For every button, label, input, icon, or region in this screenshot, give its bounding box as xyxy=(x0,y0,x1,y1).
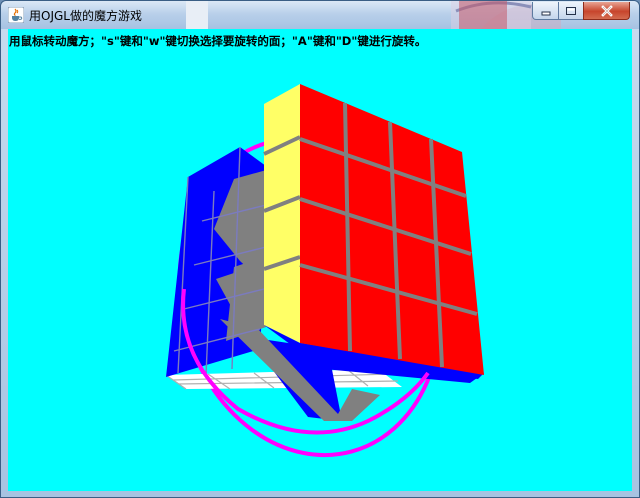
minimize-icon xyxy=(541,11,550,15)
minimize-button[interactable] xyxy=(532,2,559,20)
app-window: 用OJGL做的魔方游戏 用鼠标转动魔方；"s"键和"w"键切换选择要旋转的面；"… xyxy=(0,0,640,498)
window-title: 用OJGL做的魔方游戏 xyxy=(29,9,142,23)
close-icon xyxy=(600,4,613,17)
maximize-button[interactable] xyxy=(558,2,584,20)
title-bar[interactable]: 用OJGL做的魔方游戏 xyxy=(1,1,639,29)
close-button[interactable] xyxy=(583,2,630,20)
java-cup-icon xyxy=(8,7,24,23)
opengl-canvas[interactable]: 用鼠标转动魔方；"s"键和"w"键切换选择要旋转的面；"A"键和"D"键进行旋转… xyxy=(8,29,632,491)
maximize-icon xyxy=(566,6,576,15)
rubiks-cube-3d-view[interactable] xyxy=(8,29,632,491)
cube-left-face xyxy=(264,84,300,343)
